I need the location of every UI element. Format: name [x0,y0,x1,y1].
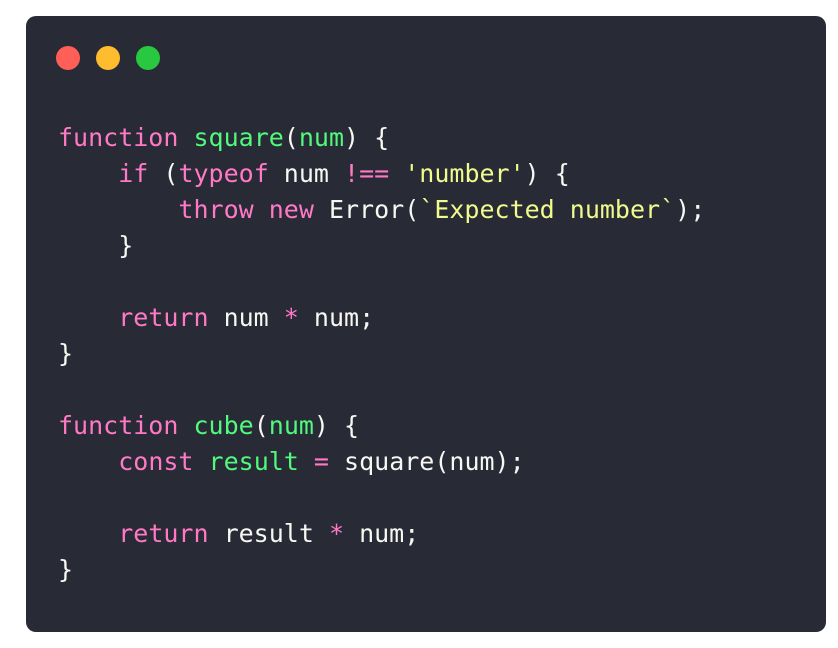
code-token-keyword: function [58,123,179,152]
code-token-plain: Error( [313,195,420,224]
code-line: } [58,552,705,588]
code-token-plain: } [58,555,74,584]
code-line: const result = square(num); [58,444,705,480]
code-token-plain: num; [298,303,375,332]
code-token-plain: num; [344,519,420,548]
code-token-operator: !== [344,159,390,188]
code-line: function cube(num) { [58,408,705,444]
code-token-keyword: function [58,411,179,440]
code-token-plain: result [208,519,329,548]
code-token-plain: ( [283,123,299,152]
code-token-keyword: if [118,159,149,188]
code-token-plain: } [58,339,74,368]
code-token-plain: ) { [344,123,390,152]
code-token-operator: = [313,447,329,476]
code-token-operator: * [328,519,345,548]
code-token-keyword: return [118,303,209,332]
code-line: return result * num; [58,516,705,552]
code-token-function: square [193,123,284,152]
code-token-plain: num [208,303,284,332]
code-line: function square(num) { [58,120,705,156]
code-line: if (typeof num !== 'number') { [58,156,705,192]
code-token-param: num [268,411,314,440]
code-token-function: result [208,447,299,476]
code-token-plain: } [58,231,134,260]
code-line: } [58,336,705,372]
code-token-param: num [298,123,345,152]
code-token-plain: num [268,159,345,188]
code-token-plain: ) { [524,159,570,188]
window-controls [56,46,160,70]
code-token-plain: ( [253,411,269,440]
close-button[interactable] [56,46,80,70]
code-token-string: 'number' [404,159,525,188]
code-block: function square(num) { if (typeof num !=… [58,120,705,588]
code-token-function: cube [193,411,254,440]
maximize-button[interactable] [136,46,160,70]
code-token-plain: ) { [313,411,360,440]
code-token-keyword: throw [178,195,254,224]
code-token-keyword: const [118,447,194,476]
code-token-keyword: return [118,519,209,548]
code-token-string: `Expected number` [419,195,676,224]
code-window: function square(num) { if (typeof num !=… [26,16,826,632]
code-line: } [58,228,705,264]
code-token-keyword: typeof [178,159,269,188]
code-line: return num * num; [58,300,705,336]
code-token-keyword: new [268,195,314,224]
code-token-operator: * [283,303,299,332]
code-token-plain: square(num); [328,447,525,476]
code-token-plain: ( [148,159,179,188]
minimize-button[interactable] [96,46,120,70]
code-line: throw new Error(`Expected number`); [58,192,705,228]
code-token-plain: ); [675,195,706,224]
